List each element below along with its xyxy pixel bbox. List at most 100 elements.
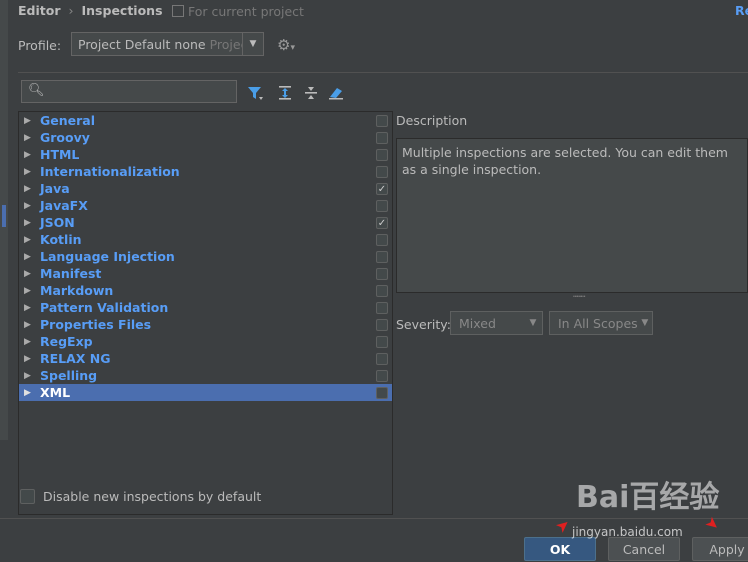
tree-item-general[interactable]: ▶ General [19, 112, 392, 129]
expand-arrow-icon[interactable]: ▶ [24, 235, 31, 245]
tree-item-label: Java [40, 181, 70, 196]
tree-item-label: Markdown [40, 283, 114, 298]
expand-arrow-icon[interactable]: ▶ [24, 218, 31, 228]
expand-arrow-icon[interactable]: ▶ [24, 201, 31, 211]
tree-item-language-injection[interactable]: ▶ Language Injection [19, 248, 392, 265]
tree-item-checkbox[interactable] [376, 386, 388, 399]
tree-item-java[interactable]: ▶ Java ✓ [19, 180, 392, 197]
expand-arrow-icon[interactable]: ▶ [24, 167, 31, 177]
expand-arrow-icon[interactable]: ▶ [24, 252, 31, 262]
tree-item-markdown[interactable]: ▶ Markdown [19, 282, 392, 299]
chevron-down-icon: ▼ [529, 318, 537, 328]
tree-item-label: Pattern Validation [40, 300, 169, 315]
tree-item-json[interactable]: ▶ JSON ✓ [19, 214, 392, 231]
tree-item-checkbox[interactable] [376, 267, 388, 280]
tree-item-checkbox[interactable] [376, 369, 388, 382]
tree-item-spelling[interactable]: ▶ Spelling [19, 367, 392, 384]
tree-item-checkbox[interactable] [376, 148, 388, 161]
profile-select[interactable]: Project Default none Projec ▼ [71, 32, 264, 56]
expand-arrow-icon[interactable]: ▶ [24, 303, 31, 313]
splitter-grip[interactable]: ┅┅┅ [573, 292, 585, 301]
profile-value-scope: Projec [209, 36, 242, 52]
tree-item-label: Kotlin [40, 232, 82, 247]
chevron-down-icon[interactable]: ▼ [242, 33, 263, 55]
expand-arrow-icon[interactable]: ▶ [24, 371, 31, 381]
expand-arrow-icon[interactable]: ▶ [24, 337, 31, 347]
description-text: Multiple inspections are selected. You c… [396, 138, 748, 293]
reset-link[interactable]: Re [735, 3, 748, 18]
tree-item-relax-ng[interactable]: ▶ RELAX NG [19, 350, 392, 367]
tree-item-javafx[interactable]: ▶ JavaFX [19, 197, 392, 214]
tree-item-label: RegExp [40, 334, 93, 349]
search-icon: 🔍︎ [28, 83, 45, 98]
tree-item-checkbox[interactable] [376, 199, 388, 212]
scope-select[interactable]: In All Scopes ▼ [549, 311, 653, 335]
left-panel-edge [0, 0, 8, 440]
severity-value: Mixed [459, 315, 496, 331]
project-icon [172, 5, 184, 17]
watermark-url: jingyan.baidu.com [572, 525, 683, 539]
tree-item-checkbox[interactable] [376, 301, 388, 314]
breadcrumb: Editor › Inspections [18, 3, 163, 18]
tree-item-label: JSON [40, 215, 75, 230]
tree-item-checkbox[interactable] [376, 284, 388, 297]
chevron-down-icon: ▼ [641, 318, 649, 328]
tree-item-checkbox[interactable] [376, 318, 388, 331]
tree-item-groovy[interactable]: ▶ Groovy [19, 129, 392, 146]
description-title: Description [396, 113, 468, 128]
tree-item-label: General [40, 113, 95, 128]
tree-item-label: Internationalization [40, 164, 180, 179]
tree-item-internationalization[interactable]: ▶ Internationalization [19, 163, 392, 180]
tree-item-properties-files[interactable]: ▶ Properties Files [19, 316, 392, 333]
tree-item-checkbox[interactable] [376, 114, 388, 127]
disable-new-inspections[interactable]: Disable new inspections by default [20, 489, 261, 504]
cancel-button[interactable]: Cancel [608, 537, 680, 561]
expand-arrow-icon[interactable]: ▶ [24, 269, 31, 279]
tree-item-label: XML [40, 385, 71, 400]
severity-select[interactable]: Mixed ▼ [450, 311, 543, 335]
tree-item-checkbox[interactable] [376, 131, 388, 144]
ok-button[interactable]: OK [524, 537, 596, 561]
tree-item-pattern-validation[interactable]: ▶ Pattern Validation [19, 299, 392, 316]
tree-item-checkbox[interactable] [376, 165, 388, 178]
tree-item-checkbox[interactable]: ✓ [376, 216, 388, 229]
search-input[interactable]: 🔍︎ [21, 80, 237, 103]
eraser-icon[interactable] [328, 85, 344, 101]
tree-item-label: Manifest [40, 266, 102, 281]
inspections-tree[interactable]: ▶ General ▶ Groovy ▶ HTML ▶ Internationaliza… [18, 111, 393, 515]
tree-item-label: Groovy [40, 130, 90, 145]
breadcrumb-editor[interactable]: Editor [18, 3, 61, 18]
gear-icon[interactable]: ⚙▾ [277, 36, 295, 54]
expand-arrow-icon[interactable]: ▶ [24, 116, 31, 126]
tree-item-checkbox[interactable] [376, 250, 388, 263]
expand-arrow-icon[interactable]: ▶ [24, 133, 31, 143]
tree-item-xml[interactable]: ▶ XML [19, 384, 392, 401]
expand-arrow-icon[interactable]: ▶ [24, 320, 31, 330]
apply-button[interactable]: Apply [692, 537, 748, 561]
tree-item-label: Language Injection [40, 249, 175, 264]
profile-value-none: none [174, 36, 206, 52]
tree-item-checkbox[interactable] [376, 233, 388, 246]
expand-arrow-icon[interactable]: ▶ [24, 286, 31, 296]
tree-item-html[interactable]: ▶ HTML [19, 146, 392, 163]
disable-new-inspections-checkbox[interactable] [20, 489, 35, 504]
tree-item-label: Properties Files [40, 317, 152, 332]
tree-item-checkbox[interactable] [376, 352, 388, 365]
baidu-watermark: Bai百经验 jingyan.baidu.com [570, 472, 740, 539]
filter-icon[interactable] [247, 85, 263, 101]
tree-item-label: RELAX NG [40, 351, 111, 366]
tree-item-manifest[interactable]: ▶ Manifest [19, 265, 392, 282]
expand-arrow-icon[interactable]: ▶ [24, 388, 31, 398]
scope-value: In All Scopes [558, 315, 638, 331]
profile-label: Profile: [18, 38, 62, 53]
tree-item-checkbox[interactable]: ✓ [376, 182, 388, 195]
tree-item-regexp[interactable]: ▶ RegExp [19, 333, 392, 350]
expand-arrow-icon[interactable]: ▶ [24, 184, 31, 194]
collapse-all-icon[interactable] [303, 85, 319, 101]
tree-item-checkbox[interactable] [376, 335, 388, 348]
expand-arrow-icon[interactable]: ▶ [24, 354, 31, 364]
breadcrumb-inspections: Inspections [81, 3, 163, 18]
expand-arrow-icon[interactable]: ▶ [24, 150, 31, 160]
tree-item-kotlin[interactable]: ▶ Kotlin [19, 231, 392, 248]
expand-all-icon[interactable] [277, 85, 293, 101]
